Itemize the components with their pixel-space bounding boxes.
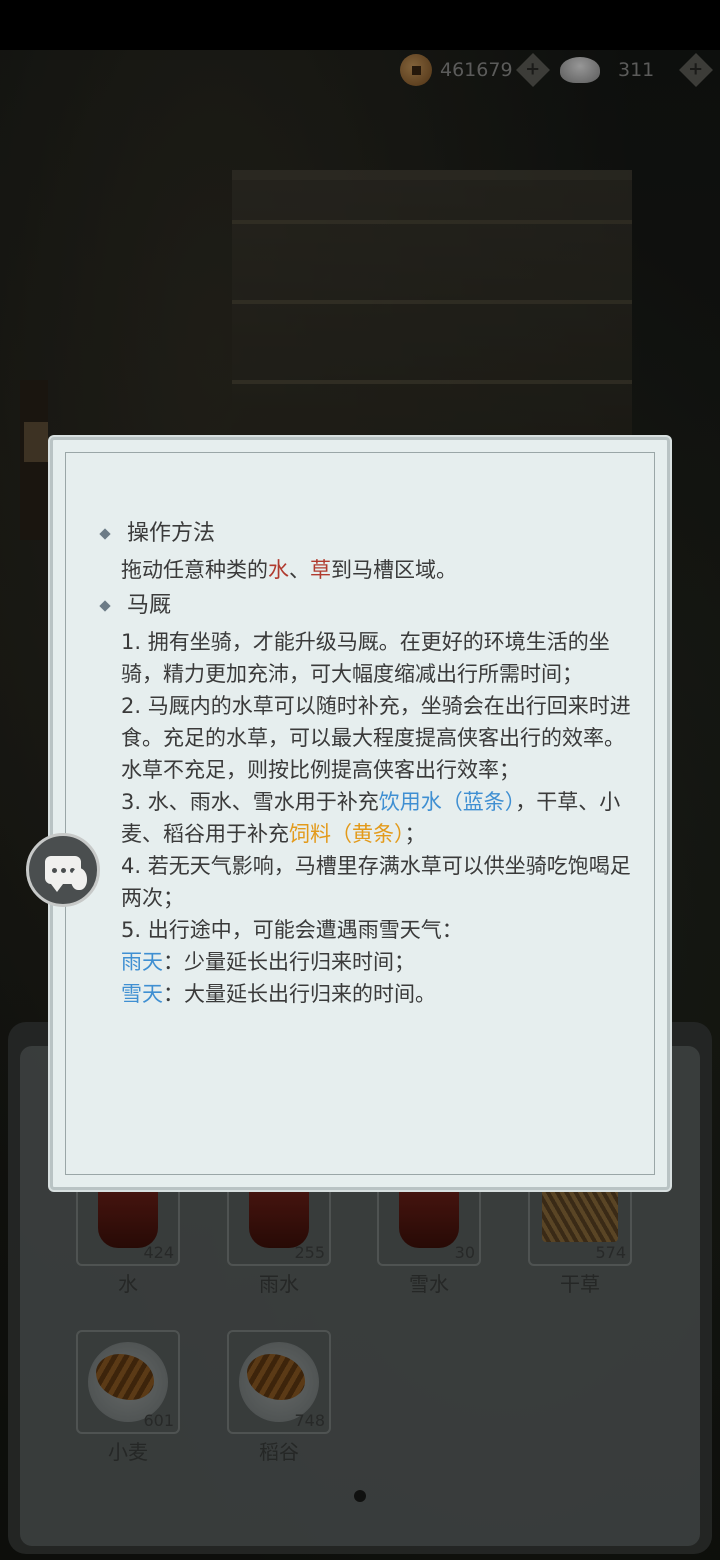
highlight-drinking-water: 饮用水（蓝条） (378, 790, 516, 814)
stable-rule-1: 1. 拥有坐骑，才能升级马厩。在更好的环境生活的坐骑，精力更加充沛，可大幅度缩减… (121, 630, 610, 686)
snow-label: 雪天 (121, 982, 163, 1006)
operation-instructions: 拖动任意种类的水、草到马槽区域。 (101, 554, 641, 586)
highlight-water: 水 (268, 558, 289, 582)
weather-rain: 雨天：少量延长出行归来时间； (101, 946, 641, 978)
highlight-grass: 草 (310, 558, 331, 582)
section-title-stable: 马厩 (99, 586, 641, 626)
gourd-icon (71, 868, 87, 890)
text-segment: 拖动任意种类的 (121, 558, 268, 582)
rain-text: ：少量延长出行归来时间； (163, 950, 415, 974)
text-segment: 3. 水、雨水、雪水用于补充 (121, 790, 379, 814)
text-segment: ； (404, 822, 426, 846)
stable-rule-3: 3. 水、雨水、雪水用于补充饮用水（蓝条），干草、小麦、稻谷用于补充饲料（黄条）… (101, 786, 641, 850)
section-title-operation: 操作方法 (99, 514, 641, 554)
stable-rule-5: 5. 出行途中，可能会遭遇雨雪天气： (121, 918, 463, 942)
stable-rule-4: 4. 若无天气影响，马槽里存满水草可以供坐骑吃饱喝足两次； (121, 854, 631, 910)
diamond-bullet-icon (99, 528, 111, 540)
section-title-text: 操作方法 (127, 521, 216, 546)
diamond-bullet-icon (99, 600, 111, 612)
weather-snow: 雪天：大量延长出行归来的时间。 (101, 978, 641, 1010)
text-segment: 、 (289, 558, 310, 582)
snow-text: ：大量延长出行归来的时间。 (163, 982, 436, 1006)
stable-rule-2: 2. 马厩内的水草可以随时补充，坐骑会在出行回来时进食。充足的水草，可以最大程度… (121, 694, 631, 782)
help-dialog: 操作方法 拖动任意种类的水、草到马槽区域。 马厩 1. 拥有坐骑，才能升级马厩。… (50, 437, 670, 1190)
highlight-feed: 饲料（黄条） (289, 822, 405, 846)
text-segment: 到马槽区域。 (331, 558, 457, 582)
section-title-text: 马厩 (127, 593, 172, 618)
rain-label: 雨天 (121, 950, 163, 974)
dialog-content: 操作方法 拖动任意种类的水、草到马槽区域。 马厩 1. 拥有坐骑，才能升级马厩。… (99, 514, 641, 1010)
chat-button[interactable] (26, 833, 100, 907)
